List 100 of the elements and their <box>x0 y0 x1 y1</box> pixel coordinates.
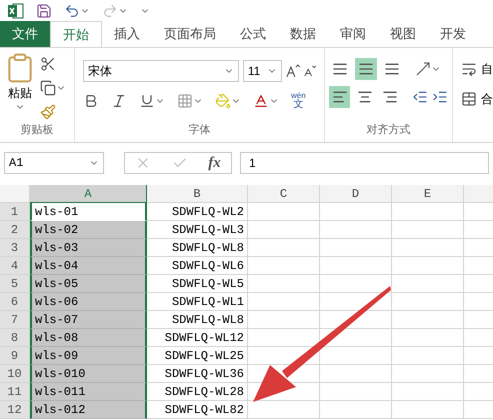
decrease-indent-icon[interactable] <box>412 89 428 105</box>
table-cell: wls-04 <box>30 257 147 275</box>
column-header[interactable]: C <box>248 185 320 203</box>
table-cell: SDWFLQ-WL8 <box>147 311 248 329</box>
empty-cell <box>320 221 392 239</box>
grow-font-icon[interactable] <box>286 64 300 78</box>
align-lines-icon <box>382 89 398 105</box>
table-cell: SDWFLQ-WL12 <box>147 329 248 347</box>
empty-cell <box>320 239 392 257</box>
font-name-field[interactable]: 宋体 <box>83 60 239 82</box>
borders-icon[interactable] <box>177 93 193 109</box>
table-cell: SDWFLQ-WL8 <box>147 239 248 257</box>
save-icon[interactable] <box>36 3 52 19</box>
italic-icon[interactable] <box>111 93 127 109</box>
table-cell: wls-05 <box>30 275 147 293</box>
empty-cell <box>248 203 320 221</box>
column-header[interactable]: A <box>30 185 147 203</box>
wrap-text-label[interactable]: 自 <box>481 60 493 78</box>
wrap-text-icon[interactable] <box>461 61 477 77</box>
phonetic-button[interactable]: wén 文 <box>291 92 306 110</box>
row-header[interactable]: 1 <box>0 203 30 221</box>
ribbon-tab[interactable]: 数据 <box>278 21 328 47</box>
underline-icon[interactable] <box>139 93 155 109</box>
row-header[interactable]: 5 <box>0 275 30 293</box>
table-cell: SDWFLQ-WL3 <box>147 221 248 239</box>
column-header[interactable]: B <box>147 185 248 203</box>
ribbon-tab[interactable]: 插入 <box>102 21 152 47</box>
align-lines-icon <box>332 89 348 105</box>
table-cell: wls-07 <box>30 311 147 329</box>
empty-cell <box>320 383 392 401</box>
empty-cell <box>320 203 392 221</box>
paste-label[interactable]: 粘贴 <box>8 84 32 102</box>
ribbon-tab[interactable]: 开发 <box>428 21 478 47</box>
table-cell: wls-09 <box>30 347 147 365</box>
font-size-field[interactable]: 11 <box>242 60 282 82</box>
file-tab[interactable]: 文件 <box>0 21 50 47</box>
undo-icon[interactable] <box>64 3 80 19</box>
row-header[interactable]: 12 <box>0 401 30 419</box>
empty-cell <box>320 257 392 275</box>
align-lines-icon <box>384 61 400 77</box>
row-header[interactable]: 10 <box>0 365 30 383</box>
table-cell: SDWFLQ-WL5 <box>147 275 248 293</box>
row-header[interactable]: 4 <box>0 257 30 275</box>
table-cell: wls-011 <box>30 383 147 401</box>
ribbon-tab[interactable]: 开始 <box>50 21 102 47</box>
row-header[interactable]: 9 <box>0 347 30 365</box>
horizontal-align-button[interactable] <box>329 86 350 108</box>
vertical-align-button[interactable] <box>355 58 377 80</box>
cut-icon[interactable] <box>40 56 56 72</box>
table-cell: SDWFLQ-WL36 <box>147 365 248 383</box>
align-lines-icon <box>332 61 348 77</box>
empty-cell <box>392 329 464 347</box>
orientation-icon[interactable] <box>415 61 431 77</box>
formula-field[interactable]: 1 <box>240 152 489 174</box>
empty-cell <box>248 221 320 239</box>
fill-color-icon[interactable] <box>215 93 231 109</box>
empty-cell <box>392 383 464 401</box>
row-header[interactable]: 8 <box>0 329 30 347</box>
group-label: 对齐方式 <box>366 122 412 138</box>
empty-cell <box>392 203 464 221</box>
row-header[interactable]: 11 <box>0 383 30 401</box>
name-box[interactable]: A1 <box>4 152 104 174</box>
spreadsheet-app-icon[interactable] <box>8 3 24 19</box>
ribbon-tab[interactable]: 视图 <box>378 21 428 47</box>
insert-function-button[interactable]: fx <box>208 152 221 174</box>
group-label: 剪贴板 <box>20 122 54 138</box>
row-header[interactable]: 7 <box>0 311 30 329</box>
group-label: 字体 <box>188 122 212 138</box>
table-cell: SDWFLQ-WL6 <box>147 257 248 275</box>
merge-cells-icon[interactable] <box>461 91 477 107</box>
empty-cell <box>320 401 392 419</box>
font-color-icon[interactable] <box>253 93 269 109</box>
table-cell: wls-08 <box>30 329 147 347</box>
column-header[interactable]: E <box>392 185 464 203</box>
empty-cell <box>392 293 464 311</box>
empty-cell <box>392 275 464 293</box>
table-cell: wls-06 <box>30 293 147 311</box>
row-header[interactable]: 2 <box>0 221 30 239</box>
empty-cell <box>248 239 320 257</box>
align-lines-icon <box>356 89 372 105</box>
empty-cell <box>392 221 464 239</box>
row-header[interactable]: 6 <box>0 293 30 311</box>
merge-label[interactable]: 合 <box>481 90 493 108</box>
empty-cell <box>392 311 464 329</box>
ribbon-tab[interactable]: 公式 <box>228 21 278 47</box>
table-cell: wls-010 <box>30 365 147 383</box>
empty-cell <box>392 401 464 419</box>
copy-icon[interactable] <box>40 80 56 96</box>
shrink-font-icon[interactable] <box>304 65 316 77</box>
empty-cell <box>248 311 320 329</box>
format-painter-icon[interactable] <box>40 104 56 120</box>
column-header[interactable]: D <box>320 185 392 203</box>
increase-indent-icon[interactable] <box>432 89 448 105</box>
table-cell: wls-02 <box>30 221 147 239</box>
row-header[interactable]: 3 <box>0 239 30 257</box>
ribbon-tab[interactable]: 审阅 <box>328 21 378 47</box>
table-cell: SDWFLQ-WL25 <box>147 347 248 365</box>
empty-cell <box>392 239 464 257</box>
empty-cell <box>392 257 464 275</box>
ribbon-tab[interactable]: 页面布局 <box>152 21 228 47</box>
